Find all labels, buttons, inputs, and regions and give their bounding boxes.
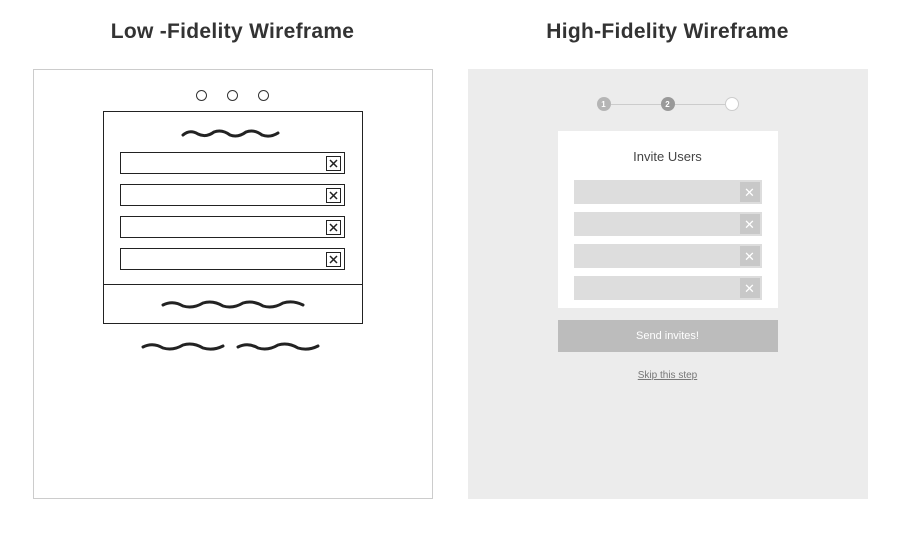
progress-stepper bbox=[196, 90, 269, 101]
step-connector bbox=[611, 104, 661, 105]
email-input-row[interactable]: ✕ bbox=[574, 180, 762, 204]
input-row bbox=[120, 216, 345, 238]
hifi-canvas: 1 2 Invite Users ✕ ✕ ✕ ✕ Send invites! S… bbox=[468, 69, 868, 499]
remove-icon[interactable]: ✕ bbox=[740, 246, 760, 266]
skip-scribble bbox=[138, 339, 328, 353]
step-circle bbox=[227, 90, 238, 101]
remove-icon[interactable]: ✕ bbox=[740, 182, 760, 202]
step-future[interactable] bbox=[725, 97, 739, 111]
step-current[interactable]: 2 bbox=[661, 97, 675, 111]
divider bbox=[104, 284, 362, 285]
lofi-card bbox=[103, 111, 363, 324]
low-fidelity-section: Low -Fidelity Wireframe bbox=[30, 20, 435, 519]
hifi-card: Invite Users ✕ ✕ ✕ ✕ bbox=[558, 131, 778, 308]
step-circle bbox=[196, 90, 207, 101]
delete-icon bbox=[326, 220, 341, 235]
delete-icon bbox=[326, 188, 341, 203]
email-input-row[interactable]: ✕ bbox=[574, 276, 762, 300]
send-invites-button[interactable]: Send invites! bbox=[558, 320, 778, 352]
delete-icon bbox=[326, 156, 341, 171]
step-connector bbox=[675, 104, 725, 105]
input-row bbox=[120, 152, 345, 174]
email-input-row[interactable]: ✕ bbox=[574, 212, 762, 236]
email-input-row[interactable]: ✕ bbox=[574, 244, 762, 268]
lofi-canvas bbox=[33, 69, 433, 499]
hifi-title: High-Fidelity Wireframe bbox=[546, 20, 788, 44]
lofi-title: Low -Fidelity Wireframe bbox=[111, 20, 355, 44]
input-row bbox=[120, 184, 345, 206]
heading-scribble bbox=[178, 126, 288, 140]
input-row bbox=[120, 248, 345, 270]
card-title: Invite Users bbox=[633, 149, 702, 164]
remove-icon[interactable]: ✕ bbox=[740, 214, 760, 234]
progress-stepper: 1 2 bbox=[597, 97, 739, 111]
step-circle bbox=[258, 90, 269, 101]
high-fidelity-section: High-Fidelity Wireframe 1 2 Invite Users… bbox=[465, 20, 870, 519]
button-scribble bbox=[158, 297, 308, 311]
skip-link[interactable]: Skip this step bbox=[638, 370, 697, 381]
step-done[interactable]: 1 bbox=[597, 97, 611, 111]
remove-icon[interactable]: ✕ bbox=[740, 278, 760, 298]
delete-icon bbox=[326, 252, 341, 267]
